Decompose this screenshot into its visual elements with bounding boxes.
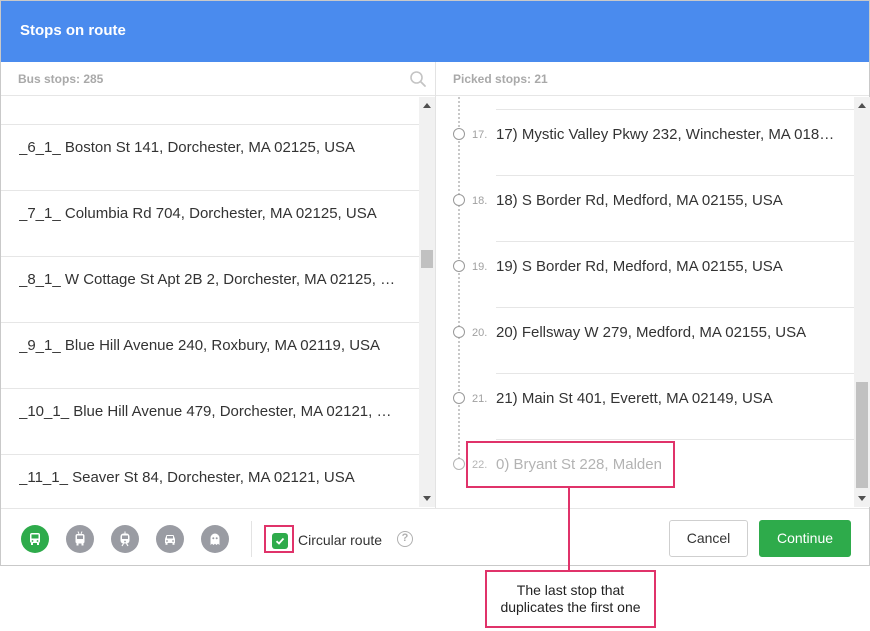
stop-number: 21. xyxy=(472,393,488,405)
car-type-button[interactable] xyxy=(156,525,184,553)
row-separator xyxy=(496,175,854,176)
continue-button[interactable]: Continue xyxy=(759,520,851,557)
picked-stops-header: Picked stops: 21 xyxy=(436,62,869,96)
tram-icon xyxy=(120,531,130,547)
stop-label: 21) Main St 401, Everett, MA 02149, USA xyxy=(496,390,773,407)
picked-stops-count: Picked stops: 21 xyxy=(453,72,548,86)
scroll-down-arrow-icon[interactable] xyxy=(423,496,431,501)
bus-stops-header: Bus stops: 285 xyxy=(1,62,435,96)
stop-label: 18) S Border Rd, Medford, MA 02155, USA xyxy=(496,192,783,209)
stop-marker-icon xyxy=(453,392,465,404)
tram-type-button[interactable] xyxy=(111,525,139,553)
scrollbar-thumb[interactable] xyxy=(856,382,868,488)
callout-line-1: The last stop that xyxy=(516,582,625,598)
stop-number: 19. xyxy=(472,261,488,273)
trolleybus-icon xyxy=(75,531,85,546)
ghost-type-button[interactable] xyxy=(201,525,229,553)
picked-stops-scrollbar[interactable] xyxy=(854,97,870,507)
list-item[interactable]: _7_1_ Columbia Rd 704, Dorchester, MA 02… xyxy=(1,190,419,256)
list-item[interactable]: 17. 17) Mystic Valley Pkwy 232, Winchest… xyxy=(436,97,854,163)
ghost-icon xyxy=(210,533,220,545)
row-separator xyxy=(496,241,854,242)
list-item[interactable]: 18. 18) S Border Rd, Medford, MA 02155, … xyxy=(436,163,854,229)
scroll-down-arrow-icon[interactable] xyxy=(858,496,866,501)
row-separator xyxy=(496,373,854,374)
list-item[interactable]: _8_1_ W Cottage St Apt 2B 2, Dorchester,… xyxy=(1,256,419,322)
scrollbar-thumb[interactable] xyxy=(421,250,433,268)
bus-stop-label: _9_1_ Blue Hill Avenue 240, Roxbury, MA … xyxy=(19,337,381,354)
bus-stop-label: _7_1_ Columbia Rd 704, Dorchester, MA 02… xyxy=(19,205,377,222)
row-separator xyxy=(496,109,854,110)
list-item[interactable]: _9_1_ Blue Hill Avenue 240, Roxbury, MA … xyxy=(1,322,419,388)
stop-number: 18. xyxy=(472,195,488,207)
stop-label: 20) Fellsway W 279, Medford, MA 02155, U… xyxy=(496,324,807,341)
stop-marker-icon xyxy=(453,128,465,140)
stop-marker-icon xyxy=(453,260,465,272)
bus-stops-list: _6_1_ Boston St 141, Dorchester, MA 0212… xyxy=(1,97,419,507)
stop-marker-icon xyxy=(453,458,465,470)
bus-stops-scrollbar[interactable] xyxy=(419,97,435,507)
bus-type-button[interactable] xyxy=(21,525,49,553)
duplicate-stop-highlight xyxy=(466,441,675,488)
list-item[interactable]: _11_1_ Seaver St 84, Dorchester, MA 0212… xyxy=(1,454,419,507)
trolleybus-type-button[interactable] xyxy=(66,525,94,553)
list-item[interactable]: 21. 21) Main St 401, Everett, MA 02149, … xyxy=(436,361,854,427)
circular-route-label[interactable]: Circular route xyxy=(298,532,382,548)
help-icon[interactable]: ? xyxy=(397,531,413,547)
search-icon[interactable] xyxy=(409,70,427,88)
stop-label: 17) Mystic Valley Pkwy 232, Winchester, … xyxy=(496,126,841,143)
bus-stop-label: _8_1_ W Cottage St Apt 2B 2, Dorchester,… xyxy=(19,271,401,288)
checkbox-highlight xyxy=(264,525,294,553)
stop-marker-icon xyxy=(453,326,465,338)
stop-number: 17. xyxy=(472,129,488,141)
footer-divider xyxy=(251,521,252,557)
dialog-header: Stops on route xyxy=(1,1,869,62)
stop-label: 19) S Border Rd, Medford, MA 02155, USA xyxy=(496,258,783,275)
bus-stops-count: Bus stops: 285 xyxy=(18,72,104,86)
callout-line-2: duplicates the first one xyxy=(500,599,641,615)
dialog-title: Stops on route xyxy=(20,22,126,39)
scroll-up-arrow-icon[interactable] xyxy=(858,103,866,108)
scroll-up-arrow-icon[interactable] xyxy=(423,103,431,108)
list-item[interactable]: 19. 19) S Border Rd, Medford, MA 02155, … xyxy=(436,229,854,295)
car-icon xyxy=(165,535,175,545)
bus-stop-label: _11_1_ Seaver St 84, Dorchester, MA 0212… xyxy=(19,469,355,486)
callout-connector xyxy=(568,488,570,570)
stop-number: 20. xyxy=(472,327,488,339)
stops-on-route-dialog: Stops on route Bus stops: 285 Picked sto… xyxy=(0,0,870,566)
row-separator xyxy=(496,307,854,308)
row-separator xyxy=(496,439,854,440)
stop-marker-icon xyxy=(453,194,465,206)
list-item[interactable]: _6_1_ Boston St 141, Dorchester, MA 0212… xyxy=(1,124,419,190)
bus-stop-label: _10_1_ Blue Hill Avenue 479, Dorchester,… xyxy=(19,403,401,420)
bus-icon xyxy=(30,533,40,545)
list-item[interactable]: _10_1_ Blue Hill Avenue 479, Dorchester,… xyxy=(1,388,419,454)
bus-stop-label: _6_1_ Boston St 141, Dorchester, MA 0212… xyxy=(19,139,356,156)
dialog-footer: Circular route ? Cancel Continue xyxy=(1,508,869,566)
callout-box: The last stop that duplicates the first … xyxy=(485,570,656,628)
list-item[interactable]: 20. 20) Fellsway W 279, Medford, MA 0215… xyxy=(436,295,854,361)
cancel-button[interactable]: Cancel xyxy=(669,520,748,557)
